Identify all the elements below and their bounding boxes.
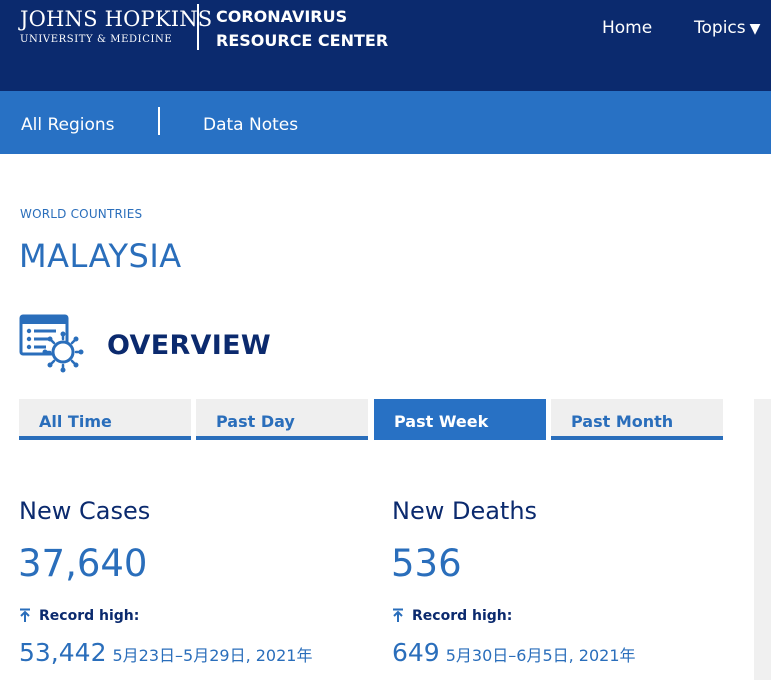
new-deaths-value: 536 [391, 542, 462, 585]
tab-past-month[interactable]: Past Month [551, 399, 723, 440]
subnav-divider [158, 107, 160, 135]
arrow-up-to-bar-icon [392, 608, 404, 626]
tab-all-time[interactable]: All Time [19, 399, 191, 440]
new-cases-record-label: Record high: [19, 608, 139, 626]
sub-navigation: All Regions Data Notes [0, 91, 771, 154]
nav-topics-menu[interactable]: Topics ▼ [694, 18, 760, 38]
record-high-text: Record high: [39, 608, 140, 624]
record-date-range: 5月23日–5月29日, 2021年 [112, 646, 313, 665]
side-panel-edge [754, 399, 771, 680]
record-number: 649 [392, 638, 440, 667]
record-number: 53,442 [19, 638, 107, 667]
new-deaths-label: New Deaths [392, 497, 538, 525]
new-deaths-record-label: Record high: [392, 608, 512, 626]
tab-past-week[interactable]: Past Week [374, 399, 546, 440]
nav-topics-label: Topics [694, 18, 746, 38]
logo-divider [197, 4, 199, 50]
overview-title: OVERVIEW [107, 330, 271, 361]
top-header: JOHNS HOPKINS UNIVERSITY & MEDICINE CORO… [0, 0, 771, 91]
logo-main-text: JOHNS HOPKINS [20, 7, 213, 31]
all-regions-link[interactable]: All Regions [21, 115, 115, 135]
site-title[interactable]: CORONAVIRUS RESOURCE CENTER [216, 5, 388, 53]
site-title-line2: RESOURCE CENTER [216, 31, 389, 50]
new-cases-value: 37,640 [18, 542, 148, 585]
new-cases-record-value: 53,442 5月23日–5月29日, 2021年 [19, 638, 312, 667]
data-notes-link[interactable]: Data Notes [203, 115, 298, 135]
site-title-line1: CORONAVIRUS [216, 7, 348, 26]
record-high-text: Record high: [412, 608, 513, 624]
nav-home-link[interactable]: Home [602, 18, 652, 38]
arrow-up-to-bar-icon [19, 608, 31, 626]
new-cases-label: New Cases [19, 497, 151, 525]
tab-past-day[interactable]: Past Day [196, 399, 368, 440]
record-date-range: 5月30日–6月5日, 2021年 [445, 646, 636, 665]
data-overview-virus-icon [19, 314, 85, 378]
page-title: MALAYSIA [19, 237, 182, 275]
breadcrumb[interactable]: WORLD COUNTRIES [20, 207, 142, 221]
new-deaths-record-value: 649 5月30日–6月5日, 2021年 [392, 638, 636, 667]
logo-sub-text: UNIVERSITY & MEDICINE [20, 34, 173, 45]
chevron-down-icon: ▼ [749, 21, 761, 37]
jhu-logo[interactable]: JOHNS HOPKINS UNIVERSITY & MEDICINE [20, 7, 212, 47]
